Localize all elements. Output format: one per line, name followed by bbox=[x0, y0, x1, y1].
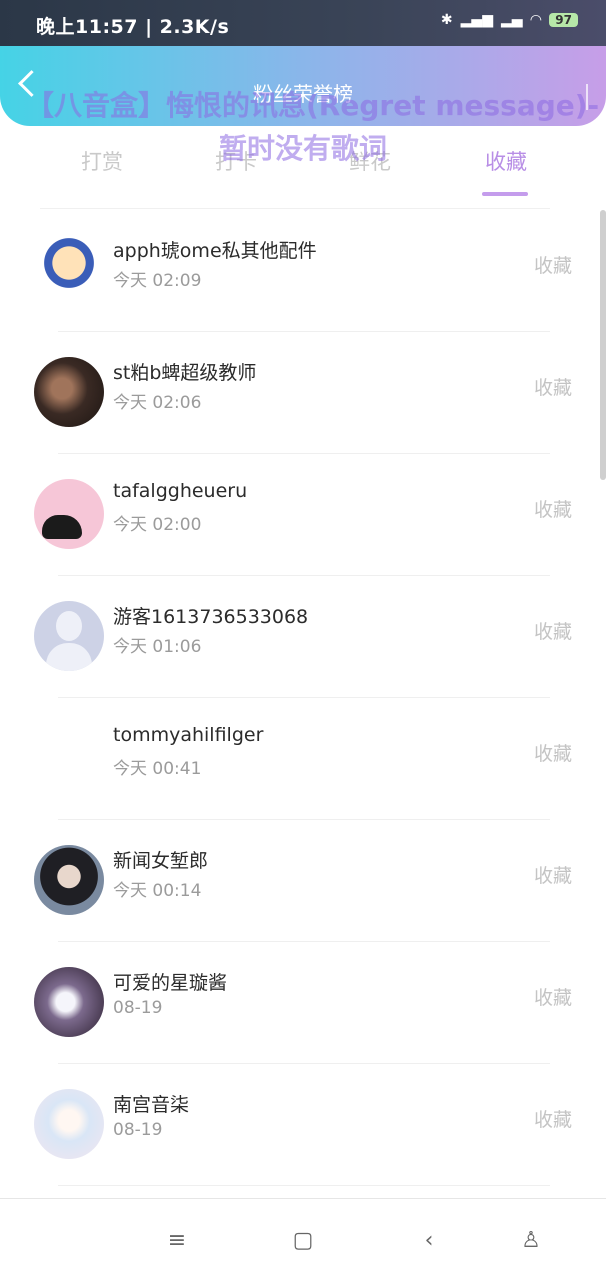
timestamp: 今天 02:00 bbox=[113, 515, 202, 535]
avatar bbox=[34, 235, 104, 305]
action-label: 收藏 bbox=[533, 377, 572, 399]
list-item[interactable]: 可爱的星璇酱 08-19 收藏 bbox=[34, 942, 572, 1064]
action-label: 收藏 bbox=[533, 865, 572, 887]
battery-indicator: 97 bbox=[549, 13, 578, 27]
status-bar: 晚上11:57 | 2.3K/s ✱ ▂▄▆ ▂▄ ◠ 97 bbox=[0, 0, 606, 46]
user-name: tommyahilfilger bbox=[113, 724, 264, 746]
avatar bbox=[34, 723, 104, 793]
action-label: 收藏 bbox=[533, 621, 572, 643]
avatar bbox=[34, 601, 104, 671]
system-navbar: ≡ ▢ ‹ ♙ bbox=[0, 1198, 606, 1281]
lyric-overlay-line1: 【八音盒】悔恨的讯息(Regret message)- bbox=[26, 89, 600, 122]
signal-icon: ▂▄▆ bbox=[460, 12, 493, 28]
list-item[interactable]: 南宫音柒 08-19 收藏 bbox=[34, 1064, 572, 1186]
list-item[interactable]: tommyahilfilger 今天 00:41 收藏 bbox=[34, 698, 572, 820]
list-item[interactable]: apph琥ome私其他配件 今天 02:09 收藏 bbox=[34, 210, 572, 332]
user-name: 游客1613736533068 bbox=[113, 606, 309, 628]
signal-icon-2: ▂▄ bbox=[500, 12, 523, 28]
timestamp: 今天 01:06 bbox=[113, 637, 202, 657]
accessibility-icon[interactable]: ♙ bbox=[516, 1226, 546, 1256]
action-label: 收藏 bbox=[533, 499, 572, 521]
lyric-overlay-line2: 暂时没有歌词 bbox=[218, 132, 387, 165]
avatar bbox=[34, 479, 104, 549]
bluetooth-icon: ✱ bbox=[440, 12, 453, 28]
back-nav-icon[interactable]: ‹ bbox=[414, 1226, 444, 1256]
list-item[interactable]: tafalggheueru 今天 02:00 收藏 bbox=[34, 454, 572, 576]
avatar bbox=[34, 845, 104, 915]
timestamp: 今天 00:14 bbox=[113, 881, 202, 901]
fan-list: apph琥ome私其他配件 今天 02:09 收藏 st粕b蜱超级教师 今天 0… bbox=[0, 210, 606, 1186]
list-top-divider bbox=[40, 208, 550, 209]
avatar bbox=[34, 1089, 104, 1159]
user-name: 可爱的星璇酱 bbox=[113, 972, 228, 994]
scrollbar[interactable] bbox=[600, 210, 606, 480]
status-time: 晚上11:57 | 2.3K/s bbox=[36, 16, 230, 38]
list-item[interactable]: 游客1613736533068 今天 01:06 收藏 bbox=[34, 576, 572, 698]
action-label: 收藏 bbox=[533, 255, 572, 277]
list-item[interactable]: st粕b蜱超级教师 今天 02:06 收藏 bbox=[34, 332, 572, 454]
menu-icon[interactable]: ≡ bbox=[162, 1226, 192, 1256]
user-name: tafalggheueru bbox=[113, 480, 248, 502]
timestamp: 今天 02:09 bbox=[113, 271, 202, 291]
action-label: 收藏 bbox=[533, 1109, 572, 1131]
user-name: st粕b蜱超级教师 bbox=[113, 362, 257, 384]
action-label: 收藏 bbox=[533, 743, 572, 765]
user-name: 南宫音柒 bbox=[113, 1094, 190, 1116]
timestamp: 今天 02:06 bbox=[113, 393, 202, 413]
timestamp: 08-19 bbox=[113, 998, 163, 1018]
tab-active-indicator bbox=[482, 192, 528, 196]
list-item[interactable]: 新闻女堑郎 今天 00:14 收藏 bbox=[34, 820, 572, 942]
home-icon[interactable]: ▢ bbox=[288, 1226, 318, 1256]
user-name: 新闻女堑郎 bbox=[113, 850, 209, 872]
timestamp: 08-19 bbox=[113, 1120, 163, 1140]
avatar bbox=[34, 357, 104, 427]
status-icons: ✱ ▂▄▆ ▂▄ ◠ 97 bbox=[441, 12, 578, 28]
user-name: apph琥ome私其他配件 bbox=[113, 240, 317, 262]
wifi-icon: ◠ bbox=[530, 12, 542, 28]
action-label: 收藏 bbox=[533, 987, 572, 1009]
timestamp: 今天 00:41 bbox=[113, 759, 202, 779]
avatar bbox=[34, 967, 104, 1037]
